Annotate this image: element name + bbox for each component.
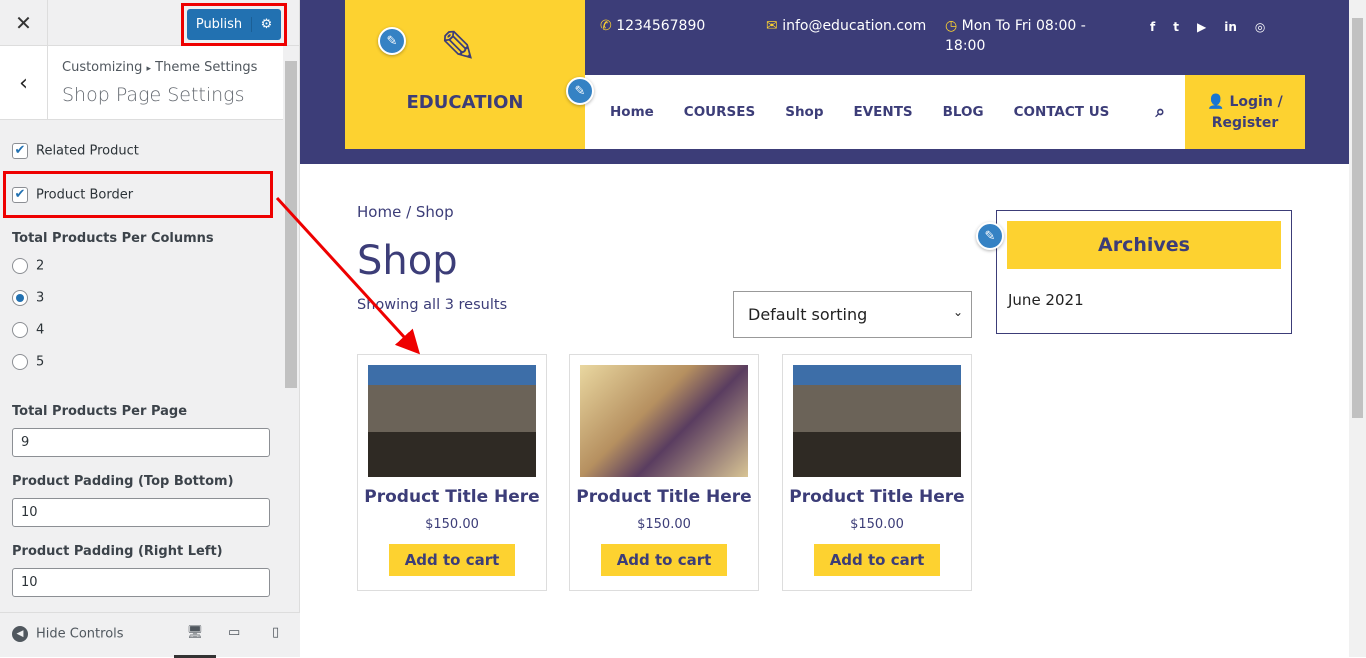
annotation-arrow bbox=[275, 196, 421, 355]
